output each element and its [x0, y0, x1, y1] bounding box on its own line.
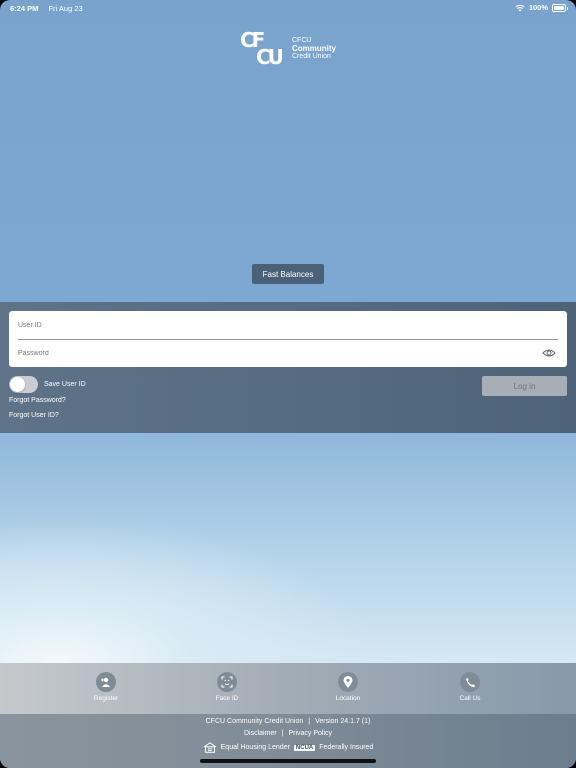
- nav-register-label: Register: [93, 695, 119, 702]
- status-time: 6:24 PM: [10, 4, 39, 13]
- login-button[interactable]: Log in: [482, 376, 567, 396]
- password-input[interactable]: [18, 339, 558, 367]
- footer-org: CFCU Community Credit Union: [205, 718, 304, 725]
- user-id-input[interactable]: [18, 311, 558, 339]
- user-id-field-wrap: [18, 311, 558, 340]
- status-indicators: 100%: [515, 3, 568, 12]
- fast-balances-button[interactable]: Fast Balances: [252, 264, 324, 284]
- footer-links: Disclaimer | Privacy Policy: [243, 730, 333, 737]
- save-user-id-toggle[interactable]: [9, 376, 38, 393]
- forgot-user-id-link[interactable]: Forgot User ID?: [9, 412, 59, 419]
- nav-face-id[interactable]: Face ID: [197, 672, 257, 702]
- federally-insured: Federally Insured: [319, 744, 374, 751]
- background-sky: [0, 433, 576, 663]
- nav-register[interactable]: Register: [76, 672, 136, 702]
- forgot-password-link[interactable]: Forgot Password?: [9, 397, 66, 404]
- location-pin-icon: [338, 672, 358, 692]
- battery-percent: 100%: [528, 3, 548, 12]
- equal-housing-icon: [203, 742, 216, 753]
- footer-compliance: Equal Housing Lender NCUA Federally Insu…: [0, 742, 576, 753]
- bottom-nav: Register Face ID Location Call Us: [0, 663, 576, 714]
- nav-location-label: Location: [335, 695, 361, 702]
- nav-face-id-label: Face ID: [215, 695, 239, 702]
- logo-mark-line2: CU: [256, 45, 284, 69]
- logo-text: CFCU Community Credit Union: [292, 37, 336, 61]
- person-add-icon: [96, 672, 116, 692]
- equal-housing-lender: Equal Housing Lender: [220, 744, 290, 751]
- password-field-wrap: [18, 339, 558, 367]
- eye-icon[interactable]: [542, 348, 556, 358]
- battery-icon: [552, 3, 568, 12]
- nav-call-us-label: Call Us: [459, 695, 481, 702]
- cfcu-logo: CF CU CFCU Community Credit Union: [240, 30, 336, 69]
- home-indicator[interactable]: [200, 759, 376, 763]
- nav-location[interactable]: Location: [318, 672, 378, 702]
- status-date: Fri Aug 23: [48, 4, 83, 13]
- screen: 6:24 PM Fri Aug 23 100% CF CU CFCU Commu…: [0, 0, 576, 768]
- logo-line3: Credit Union: [292, 53, 331, 60]
- footer-version: Version 24.1.7 (1): [315, 718, 371, 725]
- save-user-id-label: Save User ID: [44, 381, 86, 388]
- disclaimer-link[interactable]: Disclaimer: [244, 730, 277, 737]
- status-time-date: 6:24 PM Fri Aug 23: [10, 4, 83, 13]
- wifi-icon: [515, 4, 525, 11]
- ncua-logo: NCUA: [293, 744, 316, 751]
- phone-icon: [460, 672, 480, 692]
- status-bar: 6:24 PM Fri Aug 23 100%: [0, 0, 576, 16]
- logo-line2: Community: [292, 44, 336, 53]
- logo-mark: CF CU: [240, 30, 292, 69]
- login-panel: Save User ID Forgot Password? Forgot Use…: [0, 302, 576, 433]
- privacy-policy-link[interactable]: Privacy Policy: [288, 730, 332, 737]
- nav-call-us[interactable]: Call Us: [440, 672, 500, 702]
- footer-version-line: CFCU Community Credit Union | Version 24.1…: [205, 718, 371, 725]
- face-id-icon: [217, 672, 237, 692]
- toggle-knob: [10, 377, 25, 392]
- login-fields: [9, 311, 567, 367]
